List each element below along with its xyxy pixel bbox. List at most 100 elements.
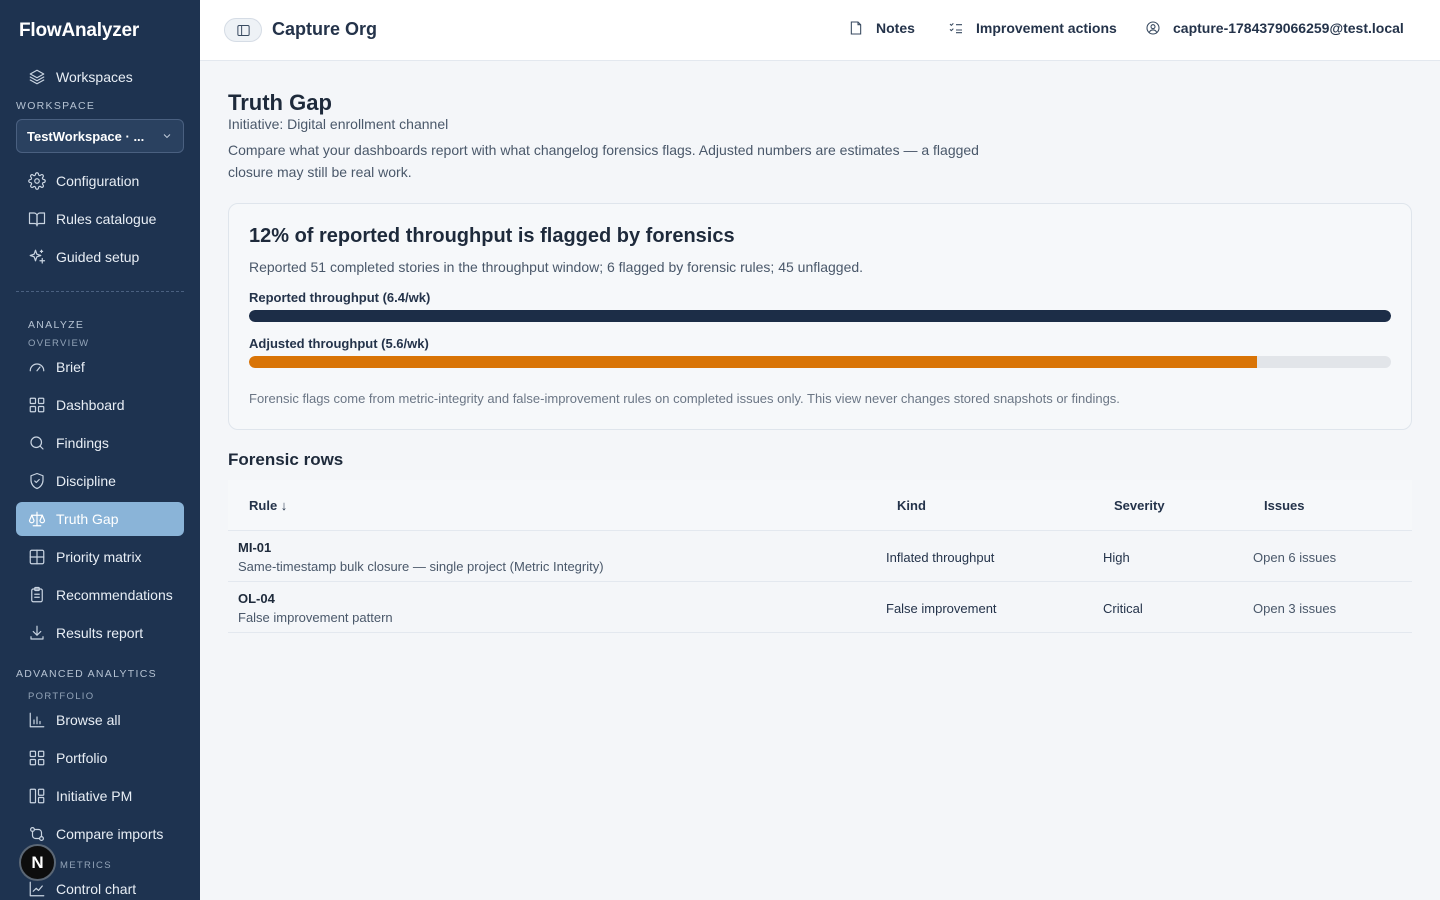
sidebar-divider (16, 291, 184, 292)
overview-sub-label: Overview (28, 338, 90, 349)
sidebar-item-label: Discipline (56, 473, 116, 489)
sidebar-item-brief[interactable]: Brief (16, 350, 184, 384)
workspace-select[interactable]: TestWorkspace · ... (16, 119, 184, 153)
advanced-section-label: Advanced analytics (16, 668, 157, 680)
sidebar-item-label: Browse all (56, 712, 121, 728)
book-icon (27, 210, 46, 229)
rule-kind: False improvement (886, 601, 997, 616)
reported-throughput-bar (249, 310, 1391, 322)
analyze-section-label: Analyze (28, 319, 85, 331)
layout-icon (27, 787, 46, 806)
rule-description: Same-timestamp bulk closure — single pro… (238, 559, 604, 574)
download-icon (27, 624, 46, 643)
sidebar-item-label: Priority matrix (56, 549, 142, 565)
table-row: MI-01 Same-timestamp bulk closure — sing… (228, 531, 1412, 582)
user-circle-icon (1146, 21, 1160, 35)
sidebar-item-label: Guided setup (56, 249, 140, 265)
gear-icon (27, 172, 46, 191)
sidebar-item-label: Brief (56, 359, 85, 375)
truth-gap-summary-card: 12% of reported throughput is flagged by… (228, 203, 1412, 430)
rule-description: False improvement pattern (238, 610, 393, 625)
top-bar: Capture Org Notes Improvement actions ca… (200, 0, 1440, 61)
sidebar-item-label: Workspaces (56, 69, 133, 85)
reported-throughput-label: Reported throughput (6.4/wk) (249, 290, 431, 305)
sidebar-item-results-report[interactable]: Results report (16, 616, 184, 650)
open-issues-link[interactable]: Open 6 issues (1253, 550, 1336, 565)
improvement-actions-link[interactable]: Improvement actions (948, 20, 1117, 36)
sidebar-item-browse-all[interactable]: Browse all (16, 703, 184, 737)
scale-icon (27, 510, 46, 529)
reported-throughput-fill (249, 310, 1391, 322)
bar-chart-icon (27, 711, 46, 730)
clipboard-icon (27, 586, 46, 605)
user-email: capture-1784379066259@test.local (1173, 20, 1404, 36)
sidebar-item-discipline[interactable]: Discipline (16, 464, 184, 498)
avatar[interactable]: N (19, 844, 56, 881)
list-checks-icon (949, 22, 962, 34)
column-header-severity: Severity (1114, 498, 1165, 513)
open-issues-link[interactable]: Open 3 issues (1253, 601, 1336, 616)
summary-note: Forensic flags come from metric-integrit… (249, 391, 1120, 406)
sidebar-item-label: Findings (56, 435, 109, 451)
sidebar-item-label: Initiative PM (56, 788, 133, 804)
sidebar: FlowAnalyzer Workspaces Workspace TestWo… (0, 0, 200, 900)
org-title: Capture Org (272, 19, 378, 39)
note-icon (850, 21, 862, 35)
sidebar-item-label: Results report (56, 625, 144, 641)
page-title: Truth Gap (228, 90, 332, 115)
forensic-rows-table: Rule ↓ Kind Severity Issues MI-01 Same-t… (228, 480, 1412, 633)
workspace-select-value: TestWorkspace · ... (27, 128, 145, 144)
panel-left-icon (236, 24, 250, 36)
sidebar-item-label: Truth Gap (56, 511, 119, 527)
sidebar-item-rules-catalogue[interactable]: Rules catalogue (16, 202, 184, 236)
rule-id: MI-01 (238, 540, 272, 555)
forensic-rows-title: Forensic rows (228, 450, 344, 469)
rule-kind: Inflated throughput (886, 550, 995, 565)
summary-headline: 12% of reported throughput is flagged by… (249, 225, 735, 247)
initiative-label: Initiative: Digital enrollment channel (228, 116, 449, 132)
summary-subtext: Reported 51 completed stories in the thr… (249, 259, 864, 275)
user-menu[interactable]: capture-1784379066259@test.local (1145, 20, 1404, 36)
sidebar-item-findings[interactable]: Findings (16, 426, 184, 460)
adjusted-throughput-bar (249, 356, 1391, 368)
table-row: OL-04 False improvement pattern False im… (228, 582, 1412, 633)
table-header: Rule ↓ Kind Severity Issues (228, 480, 1412, 531)
shield-check-icon (27, 472, 46, 491)
gauge-icon (27, 358, 46, 377)
column-header-rule[interactable]: Rule ↓ (249, 498, 287, 513)
sidebar-toggle-button[interactable] (224, 18, 262, 42)
sidebar-item-label: Recommendations (56, 587, 173, 603)
grid-icon (27, 396, 46, 415)
improvement-actions-label: Improvement actions (976, 20, 1117, 36)
sidebar-item-dashboard[interactable]: Dashboard (16, 388, 184, 422)
sidebar-item-priority-matrix[interactable]: Priority matrix (16, 540, 184, 574)
chevron-down-icon (161, 130, 173, 142)
sidebar-item-portfolio[interactable]: Portfolio (16, 741, 184, 775)
sidebar-item-guided-setup[interactable]: Guided setup (16, 240, 184, 274)
sidebar-item-initiative-pm[interactable]: Initiative PM (16, 779, 184, 813)
sidebar-item-label: Control chart (56, 881, 137, 897)
sidebar-item-configuration[interactable]: Configuration (16, 164, 184, 198)
app-logo[interactable]: FlowAnalyzer (19, 20, 139, 42)
metrics-sub-label: Metrics (60, 860, 112, 871)
sparkles-icon (27, 248, 46, 267)
column-header-issues: Issues (1264, 498, 1305, 513)
notes-label: Notes (876, 20, 915, 36)
rule-severity: Critical (1103, 601, 1143, 616)
sidebar-item-label: Compare imports (56, 826, 164, 842)
sidebar-item-label: Dashboard (56, 397, 125, 413)
sidebar-item-recommendations[interactable]: Recommendations (16, 578, 184, 612)
notes-link[interactable]: Notes (848, 20, 915, 36)
rule-id: OL-04 (238, 591, 275, 606)
adjusted-throughput-label: Adjusted throughput (5.6/wk) (249, 336, 429, 351)
layers-icon (27, 68, 46, 87)
page-description: Compare what your dashboards report with… (228, 142, 979, 180)
sidebar-item-truth-gap[interactable]: Truth Gap (16, 502, 184, 536)
rule-severity: High (1103, 550, 1130, 565)
sidebar-item-workspaces[interactable]: Workspaces (16, 60, 184, 94)
adjusted-throughput-fill (249, 356, 1257, 368)
workspace-section-label: Workspace (16, 100, 96, 112)
sidebar-item-label: Portfolio (56, 750, 108, 766)
sidebar-item-label: Configuration (56, 173, 140, 189)
sidebar-item-label: Rules catalogue (56, 211, 157, 227)
